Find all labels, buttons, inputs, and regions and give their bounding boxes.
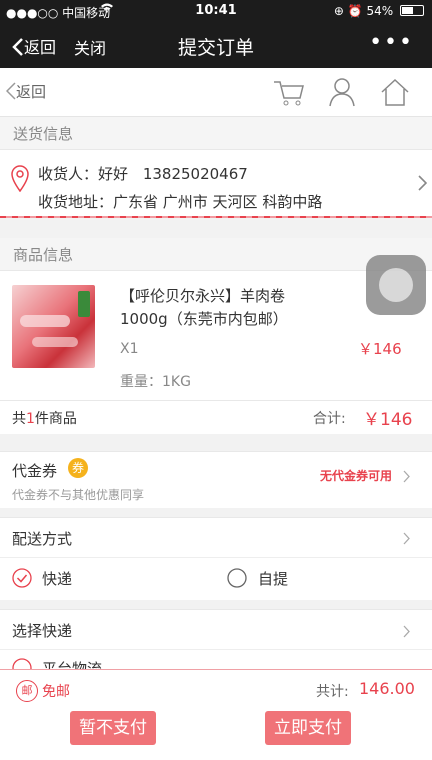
chevron-left-icon (5, 82, 16, 100)
pay-now-button[interactable]: 立即支付 (265, 711, 351, 745)
express-option-label[interactable]: 快递 (42, 568, 72, 589)
select-express-label: 选择快递 (12, 622, 73, 640)
cart-icon[interactable] (272, 78, 306, 112)
shipping-header-label: 送货信息 (13, 125, 74, 143)
toolbar-back-label: 返回 (16, 83, 47, 101)
shipping-header: 送货信息 (0, 117, 432, 149)
goods-count-suffix: 件商品 (34, 411, 77, 427)
pickup-option-label[interactable]: 自提 (258, 568, 288, 589)
product-image (12, 285, 95, 368)
address-label: 收货地址： (38, 193, 114, 211)
voucher-label: 代金券 (12, 462, 58, 480)
status-right: ⊕ ⏰ 54% (334, 4, 424, 18)
free-shipping-label: 免邮 (42, 684, 70, 700)
goods-count-number: 1 (26, 411, 35, 427)
chevron-right-icon (403, 530, 410, 549)
recipient-name: 好好 (98, 165, 129, 183)
product-quantity: X1 (120, 341, 139, 357)
status-bar: ●●●○○ 中国移动 10:41 ⊕ ⏰ 54% (0, 0, 432, 22)
free-shipping-badge-icon: 邮 (16, 680, 38, 702)
battery-percent: 54% (366, 4, 394, 18)
toolbar: 返回 (0, 68, 432, 117)
goods-count: 共1件商品 (12, 408, 77, 428)
address-border (0, 216, 432, 218)
recipient-label: 收货人： (38, 165, 99, 183)
page-title: 提交订单 (177, 37, 254, 59)
more-menu-button[interactable]: ••• (369, 30, 414, 55)
goods-summary: 共1件商品 合计: ￥146 (0, 400, 432, 434)
footer-bar: 邮 免邮 共计: 146.00 暂不支付 立即支付 (0, 669, 432, 760)
goods-total-label: 合计: (313, 411, 346, 427)
delivery-label: 配送方式 (12, 530, 73, 548)
pickup-radio[interactable] (227, 568, 247, 592)
home-icon[interactable] (380, 77, 410, 111)
voucher-status: 无代金券可用 (320, 469, 393, 483)
assistive-touch-button[interactable] (366, 255, 426, 315)
chevron-right-icon (403, 468, 410, 487)
voucher-note: 代金券不与其他优惠同享 (12, 488, 145, 502)
product-price: ￥146 (358, 340, 402, 358)
express-radio[interactable] (12, 568, 32, 592)
order-total: 146.00 (359, 679, 415, 698)
pay-later-button[interactable]: 暂不支付 (70, 711, 156, 745)
nav-bar: 返回 关闭 提交订单 ••• (0, 22, 432, 68)
toolbar-back-button[interactable]: 返回 (5, 81, 47, 102)
product-name: 【呼伦贝尔永兴】羊肉卷 1000g（东莞市内包邮） (120, 287, 288, 328)
battery-icon (400, 5, 424, 16)
product-weight: 重量：1KG (120, 374, 191, 390)
recipient-phone: 13825020467 (142, 165, 248, 183)
goods-header-label: 商品信息 (13, 246, 74, 264)
chevron-right-icon (403, 623, 410, 642)
voucher-badge-icon: 券 (68, 458, 88, 478)
delivery-section: 配送方式 快递 自提 (0, 517, 432, 600)
location-pin-icon (10, 164, 30, 196)
address-value: 广东省 广州市 天河区 科韵中路 (113, 193, 323, 211)
shipping-address-card[interactable]: 收货人：好好 13825020467 收货地址：广东省 广州市 天河区 科韵中路 (0, 149, 432, 218)
chevron-right-icon (418, 175, 428, 195)
goods-count-prefix: 共 (12, 411, 26, 427)
select-express-row[interactable]: 选择快递 平台物流 (0, 609, 432, 670)
voucher-row[interactable]: 代金券 券 代金券不与其他优惠同享 无代金券可用 (0, 451, 432, 508)
alarm-icon: ⊕ ⏰ (333, 4, 363, 18)
order-total-label: 共计: (316, 684, 349, 700)
user-icon[interactable] (328, 77, 356, 111)
goods-total: ￥146 (363, 410, 413, 430)
